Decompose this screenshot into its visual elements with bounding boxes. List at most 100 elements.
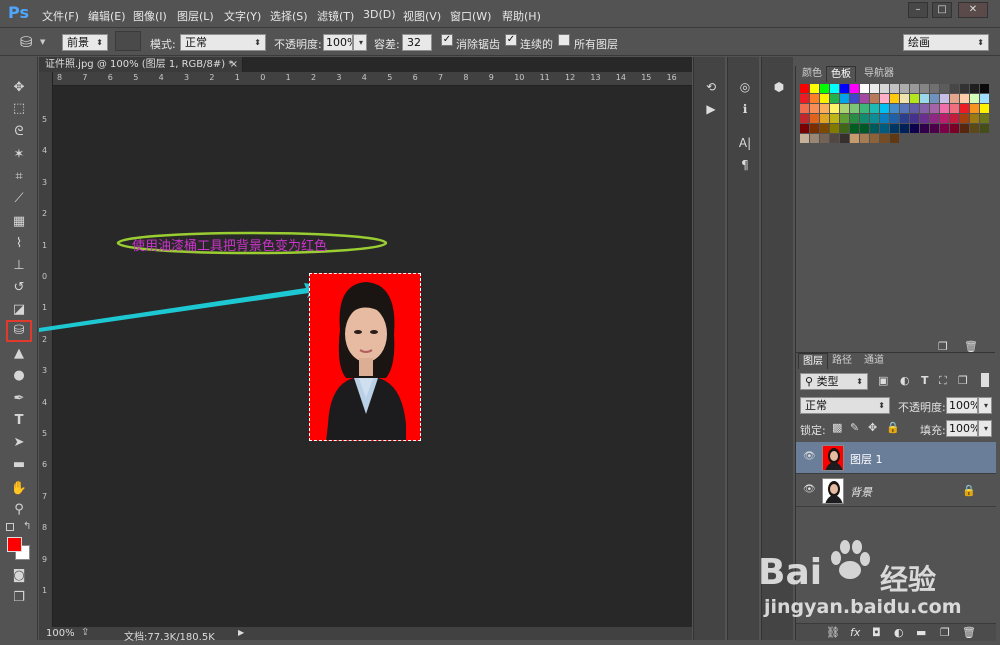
color-swatch[interactable] <box>910 104 919 113</box>
type-tool-icon[interactable]: T <box>10 412 28 430</box>
menu-window[interactable]: 窗口(W) <box>450 8 491 24</box>
color-swatch[interactable] <box>810 124 819 133</box>
move-tool-icon[interactable]: ✥ <box>10 79 28 97</box>
color-swatch[interactable] <box>880 94 889 103</box>
color-swatch[interactable] <box>920 94 929 103</box>
history-brush-icon[interactable]: ↺ <box>10 279 28 297</box>
color-swatch[interactable] <box>850 104 859 113</box>
lock-position-icon[interactable]: ✥ <box>868 421 877 434</box>
crop-tool-icon[interactable]: ⌗ <box>10 168 28 186</box>
color-swatch[interactable] <box>810 114 819 123</box>
character-icon[interactable]: A| <box>737 135 753 151</box>
new-group-icon[interactable]: ▬ <box>916 626 926 639</box>
color-swatch[interactable] <box>830 104 839 113</box>
brush-tool-icon[interactable]: ⌇ <box>10 235 28 253</box>
color-swatch[interactable] <box>850 134 859 143</box>
color-swatch[interactable] <box>870 84 879 93</box>
delete-layer-icon[interactable]: 🗑 <box>962 626 976 639</box>
zoom-level[interactable]: 100% <box>46 628 75 639</box>
color-swatch[interactable] <box>900 94 909 103</box>
color-swatch[interactable] <box>890 84 899 93</box>
menu-edit[interactable]: 编辑(E) <box>88 8 126 24</box>
tab-swatches[interactable]: 色板 <box>826 66 856 82</box>
fill-arrow[interactable]: ▾ <box>978 420 992 437</box>
info-icon[interactable]: ℹ <box>737 101 753 117</box>
path-selection-icon[interactable]: ➤ <box>10 434 28 452</box>
tab-navigator[interactable]: 导航器 <box>860 66 898 82</box>
menu-layer[interactable]: 图层(L) <box>177 8 214 24</box>
color-swatch[interactable] <box>870 114 879 123</box>
color-swatch[interactable] <box>810 104 819 113</box>
blur-tool-icon[interactable]: ▲ <box>10 345 28 363</box>
blend-mode-select[interactable]: 正常 ⬍ <box>800 397 890 414</box>
color-swatch[interactable] <box>890 114 899 123</box>
color-swatch[interactable] <box>890 124 899 133</box>
color-swatch[interactable] <box>980 114 989 123</box>
color-swatch[interactable] <box>960 114 969 123</box>
minimize-button[interactable]: – <box>908 2 928 18</box>
color-swatch[interactable] <box>880 134 889 143</box>
fill-source-select[interactable]: 前景 ⬍ <box>62 34 108 51</box>
color-swatch[interactable] <box>840 134 849 143</box>
visibility-eye-icon[interactable]: 👁 <box>803 484 816 496</box>
menu-type[interactable]: 文字(Y) <box>224 8 261 24</box>
color-swatch[interactable] <box>890 134 899 143</box>
color-swatch[interactable] <box>970 104 979 113</box>
hand-tool-icon[interactable]: ✋ <box>10 480 28 498</box>
color-swatch[interactable] <box>930 94 939 103</box>
layer-row-1[interactable]: 👁 图层 1 <box>796 442 996 474</box>
menu-filter[interactable]: 滤镜(T) <box>317 8 354 24</box>
color-swatch[interactable] <box>900 124 909 133</box>
color-swatch[interactable] <box>960 94 969 103</box>
filter-type-icon[interactable]: T <box>921 374 929 387</box>
adjustments-icon[interactable]: ◎ <box>737 79 753 95</box>
pattern-picker[interactable] <box>115 31 141 51</box>
color-swatch[interactable] <box>800 114 809 123</box>
status-menu-arrow-icon[interactable]: ▶ <box>238 628 244 637</box>
color-swatch[interactable] <box>870 134 879 143</box>
color-swatch[interactable] <box>930 114 939 123</box>
color-swatch[interactable] <box>870 94 879 103</box>
tolerance-input[interactable]: 32 <box>402 34 432 51</box>
tab-color[interactable]: 颜色 <box>798 66 826 82</box>
color-swatch[interactable] <box>830 134 839 143</box>
color-swatch[interactable] <box>970 114 979 123</box>
layer-name[interactable]: 图层 1 <box>850 451 883 467</box>
color-swatch[interactable] <box>900 114 909 123</box>
color-swatch[interactable] <box>800 84 809 93</box>
color-swatch[interactable] <box>970 84 979 93</box>
color-swatch[interactable] <box>950 94 959 103</box>
color-swatch[interactable] <box>910 124 919 133</box>
color-swatch[interactable] <box>970 94 979 103</box>
paragraph-icon[interactable]: ¶ <box>737 157 753 173</box>
color-swatch[interactable] <box>880 84 889 93</box>
default-colors-icon[interactable] <box>6 523 14 531</box>
filter-smart-icon[interactable]: ❐ <box>958 374 968 387</box>
eyedropper-icon[interactable]: ⟋ <box>10 190 28 208</box>
color-swatch[interactable] <box>950 104 959 113</box>
color-swatch[interactable] <box>810 84 819 93</box>
menu-select[interactable]: 选择(S) <box>270 8 308 24</box>
layer-name[interactable]: 背景 <box>850 484 872 500</box>
opacity-input[interactable]: 100% <box>323 34 353 51</box>
eraser-tool-icon[interactable]: ◪ <box>10 301 28 319</box>
color-swatch[interactable] <box>890 94 899 103</box>
menu-image[interactable]: 图像(I) <box>133 8 167 24</box>
filter-pixel-icon[interactable]: ▣ <box>878 374 888 387</box>
fill-input[interactable]: 100% <box>946 420 978 437</box>
paint-bucket-tool-icon[interactable]: ⛁ <box>6 320 32 342</box>
foreground-color-swatch[interactable] <box>7 537 22 552</box>
color-swatch[interactable] <box>960 124 969 133</box>
contiguous-checkbox[interactable]: ✓ <box>505 34 517 46</box>
lasso-tool-icon[interactable]: ᘓ <box>10 123 28 141</box>
color-swatch[interactable] <box>860 124 869 133</box>
color-swatch[interactable] <box>810 94 819 103</box>
dodge-tool-icon[interactable]: ● <box>10 367 28 385</box>
healing-brush-icon[interactable]: ▦ <box>10 213 28 231</box>
new-adjustment-icon[interactable]: ◐ <box>894 626 904 639</box>
color-swatch[interactable] <box>920 114 929 123</box>
lock-pixels-icon[interactable]: ✎ <box>850 421 859 434</box>
zoom-tool-icon[interactable]: ⚲ <box>10 501 28 519</box>
new-layer-icon[interactable]: ❐ <box>940 626 950 639</box>
magic-wand-icon[interactable]: ✶ <box>10 146 28 164</box>
